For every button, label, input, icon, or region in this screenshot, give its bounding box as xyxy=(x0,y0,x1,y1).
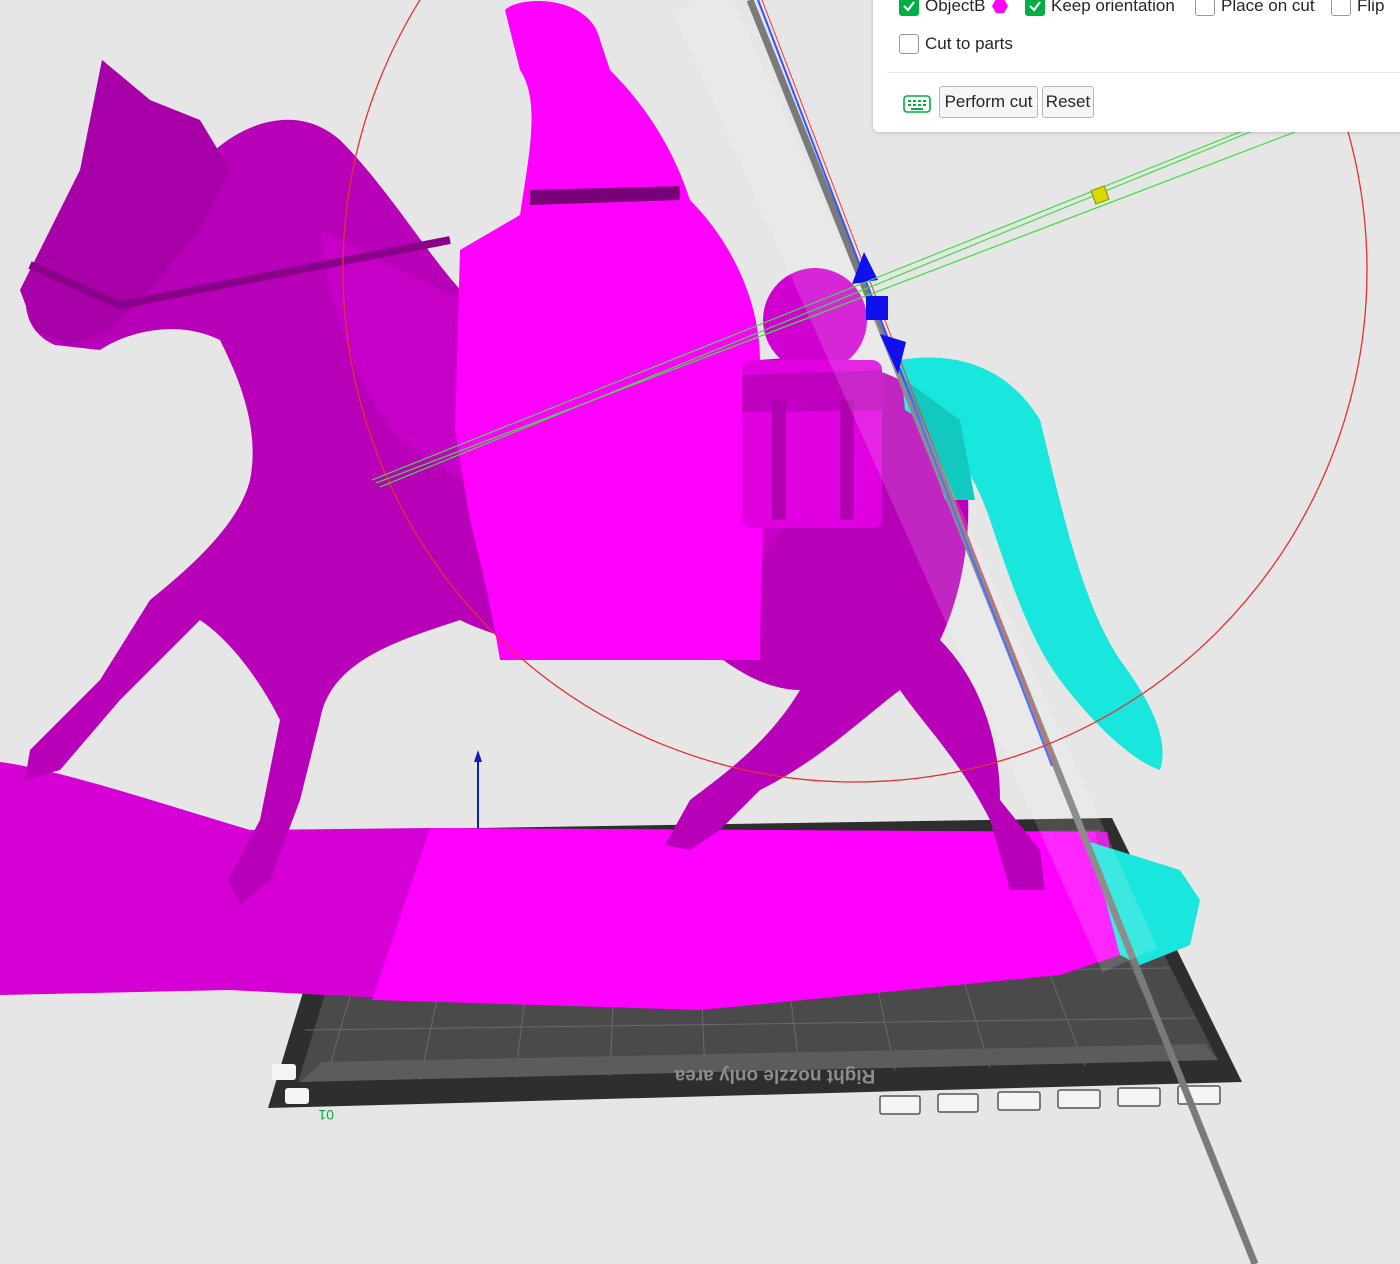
cut-to-parts-label: Cut to parts xyxy=(925,34,1013,53)
cut-to-parts-checkbox[interactable] xyxy=(899,34,919,54)
flip-label: Flip xyxy=(1357,0,1385,15)
z-axis-arrow xyxy=(474,750,482,828)
flip-option[interactable]: Flip xyxy=(1331,0,1384,16)
panel-divider xyxy=(887,72,1400,73)
object-b-label: ObjectB xyxy=(925,0,986,15)
3d-viewport[interactable]: Right nozzle only area 01 xyxy=(0,0,1400,1264)
object-b-option[interactable]: ObjectB xyxy=(899,0,1009,16)
keep-orientation-checkbox[interactable] xyxy=(1025,0,1045,16)
rename-plate-icon[interactable] xyxy=(1117,1087,1161,1107)
object-b-color-icon xyxy=(992,0,1009,13)
arrange-icon[interactable] xyxy=(997,1091,1041,1111)
perform-cut-button[interactable]: Perform cut xyxy=(939,86,1038,118)
reset-button[interactable]: Reset xyxy=(1042,86,1094,118)
cut-tool-panel: ObjectB Keep orientation Place on cut Fl… xyxy=(873,0,1400,132)
plate-number: 01 xyxy=(318,1107,334,1123)
place-on-cut-option[interactable]: Place on cut xyxy=(1195,0,1315,16)
plate-grid-icon[interactable] xyxy=(1057,1089,1101,1109)
plate-label: Right nozzle only area xyxy=(674,1065,875,1086)
keyboard-icon[interactable] xyxy=(903,95,931,113)
object-b-checkbox[interactable] xyxy=(899,0,919,16)
keep-orientation-label: Keep orientation xyxy=(1051,0,1175,15)
cut-to-parts-option[interactable]: Cut to parts xyxy=(899,34,1013,54)
checkmark-icon xyxy=(903,1,915,12)
auto-orient-icon[interactable] xyxy=(937,1093,979,1113)
flip-checkbox[interactable] xyxy=(1331,0,1351,16)
plate-settings-icon[interactable] xyxy=(879,1095,921,1115)
place-on-cut-label: Place on cut xyxy=(1221,0,1315,15)
checkmark-icon xyxy=(1029,1,1041,12)
keep-orientation-option[interactable]: Keep orientation xyxy=(1025,0,1175,16)
place-on-cut-checkbox[interactable] xyxy=(1195,0,1215,16)
